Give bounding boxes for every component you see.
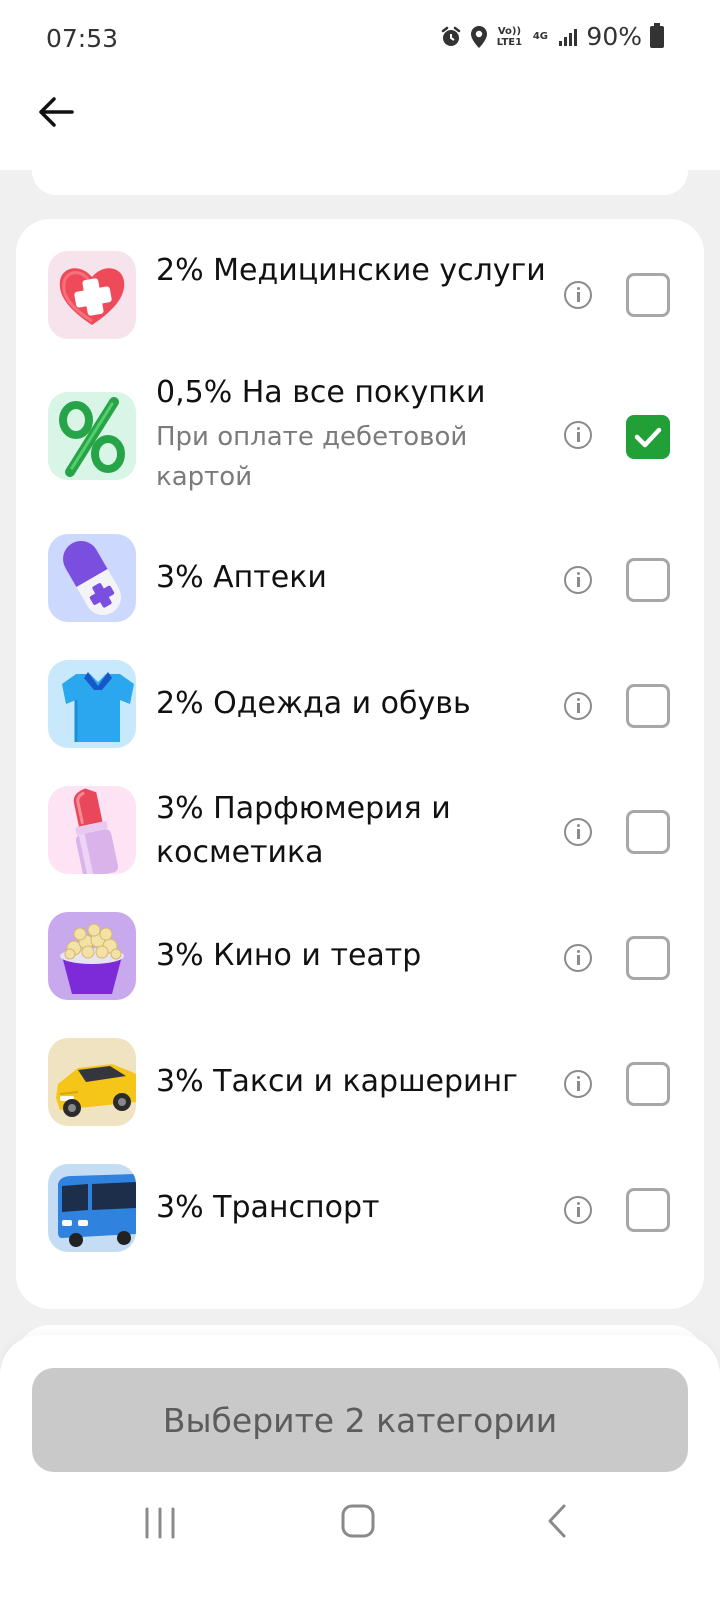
system-nav-bar xyxy=(0,1485,720,1585)
category-title: 3% Транспорт xyxy=(156,1190,380,1225)
network-indicator: 4G xyxy=(532,31,548,42)
category-texts: 0,5% На все покупки При оплате дебетовой… xyxy=(156,371,546,497)
category-checkbox[interactable] xyxy=(626,415,670,459)
category-title: 2% Одежда и обувь xyxy=(156,686,471,721)
info-icon[interactable] xyxy=(564,566,592,594)
system-back-icon[interactable] xyxy=(540,1503,576,1539)
bus-icon xyxy=(48,1164,136,1252)
info-icon[interactable] xyxy=(564,944,592,972)
heart-cross-icon xyxy=(48,251,136,339)
back-arrow-icon[interactable] xyxy=(34,90,78,134)
category-row[interactable]: 3% Аптеки xyxy=(16,521,704,641)
volte-indicator: Vo)) LTE1 xyxy=(496,25,523,48)
info-icon[interactable] xyxy=(564,1070,592,1098)
category-title: 3% Аптеки xyxy=(156,560,327,595)
info-icon[interactable] xyxy=(564,281,592,309)
info-icon[interactable] xyxy=(564,1196,592,1224)
category-title: 2% Медицинские услуги xyxy=(156,253,546,288)
pill-icon xyxy=(48,534,136,622)
alarm-icon xyxy=(442,26,461,46)
category-title: 0,5% На все покупки xyxy=(156,375,486,410)
category-texts: 2% Одежда и обувь xyxy=(156,682,546,726)
category-row[interactable]: 3% Такси и каршеринг xyxy=(16,1025,704,1145)
status-bar: 07:53 Vo)) LTE1 4G 90% xyxy=(0,0,720,80)
status-time: 07:53 xyxy=(46,24,119,53)
category-row[interactable]: 3% Транспорт xyxy=(16,1151,704,1271)
category-checkbox[interactable] xyxy=(626,684,670,728)
category-texts: 2% Медицинские услуги xyxy=(156,249,546,293)
popcorn-icon xyxy=(48,912,136,1000)
category-row[interactable]: 3% Кино и театр xyxy=(16,899,704,1019)
location-icon xyxy=(471,25,488,48)
category-subtitle: При оплате дебетовой картой xyxy=(156,422,468,492)
home-icon[interactable] xyxy=(340,1503,376,1539)
select-categories-button[interactable]: Выберите 2 категории xyxy=(32,1368,688,1472)
category-row[interactable]: 2% Медицинские услуги xyxy=(16,235,704,355)
category-checkbox[interactable] xyxy=(626,1062,670,1106)
info-icon[interactable] xyxy=(564,692,592,720)
category-texts: 3% Такси и каршеринг xyxy=(156,1060,556,1104)
category-texts: 3% Кино и театр xyxy=(156,934,546,978)
category-texts: 3% Транспорт xyxy=(156,1186,546,1230)
recent-apps-icon[interactable] xyxy=(142,1505,178,1541)
signal-icon xyxy=(559,28,578,46)
category-checkbox[interactable] xyxy=(626,273,670,317)
battery-percent: 90% xyxy=(586,22,642,51)
previous-card xyxy=(32,150,688,195)
polo-shirt-icon xyxy=(48,660,136,748)
taxi-car-icon xyxy=(48,1038,136,1126)
category-checkbox[interactable] xyxy=(626,936,670,980)
info-icon[interactable] xyxy=(564,818,592,846)
checkmark-icon xyxy=(634,427,662,448)
category-list: 2% Медицинские услуги 0,5% На все покупк… xyxy=(16,219,704,1309)
category-checkbox[interactable] xyxy=(626,558,670,602)
category-texts: 3% Аптеки xyxy=(156,556,546,600)
category-checkbox[interactable] xyxy=(626,1188,670,1232)
percent-icon xyxy=(48,392,136,480)
status-icons: Vo)) LTE1 4G 90% xyxy=(440,22,664,51)
info-icon[interactable] xyxy=(564,421,592,449)
battery-icon xyxy=(650,22,664,48)
category-row[interactable]: 0,5% На все покупки При оплате дебетовой… xyxy=(16,371,704,505)
category-title: 3% Такси и каршеринг xyxy=(156,1064,518,1099)
category-title: 3% Кино и театр xyxy=(156,938,422,973)
lipstick-icon xyxy=(48,786,136,874)
category-row[interactable]: 2% Одежда и обувь xyxy=(16,647,704,767)
category-row[interactable]: 3% Парфюмерия и косметика xyxy=(16,773,704,893)
category-title: 3% Парфюмерия и косметика xyxy=(156,791,451,870)
category-checkbox[interactable] xyxy=(626,810,670,854)
category-texts: 3% Парфюмерия и косметика xyxy=(156,787,546,875)
bottom-sheet: Выберите 2 категории xyxy=(0,1335,720,1600)
